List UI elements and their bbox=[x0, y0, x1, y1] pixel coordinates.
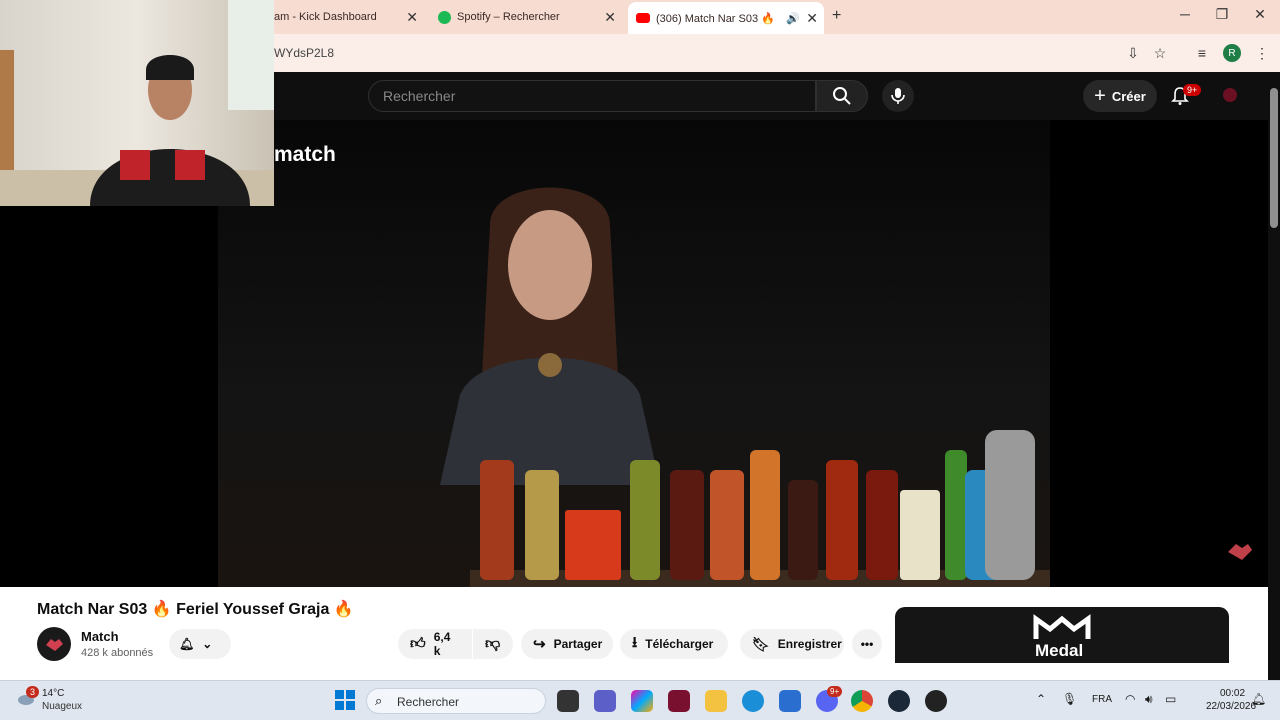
address-bar[interactable]: WYdsP2L8 bbox=[274, 46, 334, 60]
tab-youtube-active[interactable]: (306) Match Nar S03 🔥 Fe 🔊 ✕ bbox=[628, 2, 824, 34]
create-button[interactable]: + Créer bbox=[1083, 80, 1157, 112]
voice-search-button[interactable] bbox=[882, 80, 914, 112]
profile-avatar[interactable]: R bbox=[1223, 44, 1241, 62]
notification-center-icon[interactable]: 🔔︎ bbox=[1251, 692, 1266, 706]
taskbar-search-placeholder: Rechercher bbox=[397, 695, 460, 709]
search-input[interactable]: Rechercher bbox=[368, 80, 816, 112]
more-icon: ••• bbox=[860, 637, 874, 651]
media-control-icon[interactable]: ≡ bbox=[1192, 43, 1212, 63]
like-count: 6,4 k bbox=[433, 630, 451, 658]
download-label: Télécharger bbox=[645, 637, 714, 651]
medal-brand-label: Medal bbox=[1035, 641, 1084, 660]
subscriber-count: 428 k abonnés bbox=[81, 647, 154, 659]
weather-badge: 3 bbox=[26, 686, 40, 698]
microsoft-store-icon[interactable] bbox=[779, 690, 801, 712]
show-hidden-icons-chevron-icon[interactable]: ⌃ bbox=[1036, 692, 1046, 706]
search-button[interactable] bbox=[816, 80, 868, 112]
taskbar-search[interactable]: ⌕ Rechercher bbox=[366, 688, 546, 714]
search-icon: ⌕ bbox=[375, 693, 383, 708]
chevron-down-icon: ⌄ bbox=[202, 637, 213, 651]
webcam-overlay bbox=[0, 0, 274, 206]
download-button[interactable]: ⭳ Télécharger bbox=[620, 629, 728, 659]
bell-icon: 🔔︎ bbox=[179, 637, 195, 651]
notifications-badge: 9+ bbox=[1183, 84, 1202, 96]
bookmark-star-icon[interactable]: ☆ bbox=[1150, 43, 1170, 63]
like-button[interactable]: 👍︎ 6,4 k bbox=[398, 629, 472, 659]
obs-icon[interactable] bbox=[925, 690, 947, 712]
video-watermark-logo: match bbox=[274, 143, 336, 166]
channel-watermark-icon[interactable] bbox=[1226, 540, 1254, 562]
dislike-button[interactable]: 👎︎ bbox=[473, 629, 513, 659]
scrollbar-thumb[interactable] bbox=[1270, 88, 1278, 228]
close-icon[interactable]: ✕ bbox=[806, 10, 818, 27]
maximize-button[interactable]: ❐ bbox=[1207, 6, 1237, 23]
download-icon: ⭳ bbox=[632, 633, 638, 651]
windows-start-icon[interactable] bbox=[335, 690, 355, 710]
share-label: Partager bbox=[553, 637, 603, 651]
copilot-icon[interactable] bbox=[631, 690, 653, 712]
chrome-icon[interactable] bbox=[851, 690, 873, 712]
save-label: Enregistrer bbox=[777, 637, 842, 651]
youtube-icon bbox=[636, 13, 650, 23]
minimize-button[interactable]: ─ bbox=[1170, 6, 1200, 22]
microphone-tray-icon[interactable]: 🎙︎ bbox=[1062, 692, 1077, 706]
teams-icon[interactable] bbox=[594, 690, 616, 712]
install-app-icon[interactable]: ⇩ bbox=[1123, 43, 1143, 63]
task-view-icon[interactable] bbox=[557, 690, 579, 712]
new-tab-button[interactable]: + bbox=[832, 7, 841, 25]
spotify-icon bbox=[438, 10, 451, 24]
menu-icon[interactable]: ⋮ bbox=[1252, 43, 1272, 63]
edge-icon[interactable] bbox=[742, 690, 764, 712]
file-explorer-icon[interactable] bbox=[705, 690, 727, 712]
tab-label: Spotify – Rechercher bbox=[457, 11, 560, 23]
webcam-person-image bbox=[0, 0, 274, 206]
volume-icon[interactable]: 🔊︎ bbox=[1145, 692, 1153, 707]
microphone-icon bbox=[891, 88, 905, 104]
weather-description[interactable]: Nuageux bbox=[42, 701, 82, 712]
video-title: Match Nar S03 🔥 Feriel Youssef Graja 🔥 bbox=[37, 601, 354, 618]
video-frame[interactable] bbox=[218, 120, 1050, 587]
close-icon[interactable]: ✕ bbox=[406, 9, 418, 26]
medal-logo-icon bbox=[1033, 614, 1091, 639]
tab-label: am - Kick Dashboard bbox=[274, 11, 377, 23]
search-icon bbox=[833, 87, 851, 105]
close-window-button[interactable]: ✕ bbox=[1245, 6, 1275, 23]
more-actions-button[interactable]: ••• bbox=[852, 629, 882, 659]
sidebar-ad-card[interactable]: Medal bbox=[895, 607, 1229, 663]
thumbs-up-icon: 👍︎ bbox=[410, 635, 426, 652]
steam-icon[interactable] bbox=[888, 690, 910, 712]
language-indicator[interactable]: FRA bbox=[1092, 694, 1112, 705]
clock-time[interactable]: 00:02 bbox=[1220, 688, 1245, 699]
share-button[interactable]: ↪ Partager bbox=[521, 629, 613, 659]
create-label: Créer bbox=[1111, 88, 1146, 104]
tab-spotify[interactable]: Spotify – Rechercher ✕ bbox=[432, 4, 622, 30]
wifi-icon[interactable]: ◠ bbox=[1125, 692, 1135, 706]
channel-name[interactable]: Match bbox=[81, 629, 119, 644]
tab-label: (306) Match Nar S03 🔥 Fe bbox=[656, 12, 776, 25]
clock-date[interactable]: 22/03/2026 bbox=[1206, 701, 1256, 712]
plus-icon: + bbox=[1094, 84, 1106, 107]
bookmark-icon: 🔖︎ bbox=[752, 635, 770, 652]
youtube-avatar[interactable] bbox=[1223, 88, 1237, 102]
temperature[interactable]: 14°C bbox=[42, 688, 64, 699]
speaker-icon[interactable]: 🔊 bbox=[786, 12, 800, 25]
thumbs-down-icon: 👎︎ bbox=[485, 635, 501, 652]
channel-avatar[interactable] bbox=[37, 627, 71, 661]
share-icon: ↪ bbox=[533, 636, 546, 653]
discord-badge: 9+ bbox=[827, 686, 843, 697]
app-icon[interactable] bbox=[668, 690, 690, 712]
hot-sauce-bottles-image bbox=[470, 430, 1050, 587]
battery-icon[interactable]: ▭ bbox=[1165, 692, 1176, 706]
subscribe-notifications-button[interactable]: 🔔︎ ⌄ bbox=[169, 629, 231, 659]
save-button[interactable]: 🔖︎ Enregistrer bbox=[740, 629, 844, 659]
tab-kick-dashboard[interactable]: am - Kick Dashboard ✕ bbox=[274, 4, 424, 30]
close-icon[interactable]: ✕ bbox=[604, 9, 616, 26]
